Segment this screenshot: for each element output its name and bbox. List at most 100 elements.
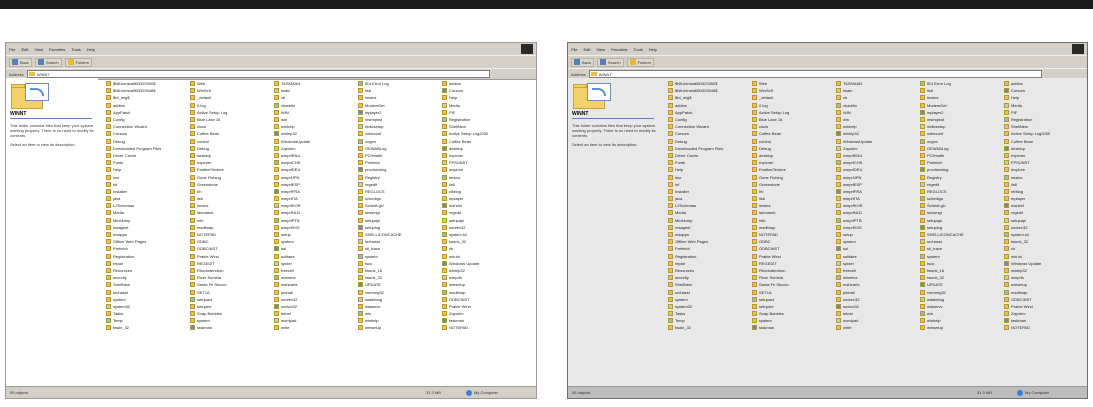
file-item[interactable]: SET1A: [190, 288, 270, 295]
file-item[interactable]: WinSxS: [190, 87, 270, 94]
file-item[interactable]: Minidump: [668, 217, 748, 224]
file-item[interactable]: Media: [668, 209, 748, 216]
file-item[interactable]: clock: [190, 123, 270, 130]
file-item[interactable]: spider: [836, 260, 916, 267]
file-item[interactable]: Temp: [668, 317, 748, 324]
file-item[interactable]: Rhododendron: [752, 267, 832, 274]
file-item[interactable]: wmprfNLD: [274, 209, 354, 216]
file-item[interactable]: wiaservc: [358, 303, 438, 310]
file-item[interactable]: taskman: [752, 324, 832, 331]
file-item[interactable]: Registry: [358, 173, 438, 180]
file-item[interactable]: mplayer: [442, 195, 522, 202]
file-item[interactable]: setupact: [752, 296, 832, 303]
file-item[interactable]: srchasst: [920, 238, 1000, 245]
file-item[interactable]: PIF: [442, 109, 522, 116]
file-item[interactable]: $NtUninstallKB329048$: [668, 87, 748, 94]
file-item[interactable]: provisioning: [920, 166, 1000, 173]
file-item[interactable]: ODBCINST: [190, 245, 270, 252]
folders-button[interactable]: Folders: [64, 57, 92, 67]
file-item[interactable]: imsins: [752, 202, 832, 209]
file-item[interactable]: msdfmap: [190, 224, 270, 231]
file-item[interactable]: msmqinst: [920, 116, 1000, 123]
file-item[interactable]: twain: [274, 87, 354, 94]
file-item[interactable]: Temp: [106, 317, 186, 324]
file-item[interactable]: Coffee Bean: [1004, 138, 1084, 145]
file-item[interactable]: ShellNew: [1004, 123, 1084, 130]
menu-item[interactable]: Edit: [583, 47, 590, 52]
file-item[interactable]: Registration: [668, 253, 748, 260]
file-item[interactable]: Prefetch: [920, 159, 1000, 166]
file-item[interactable]: wmprfENU: [836, 152, 916, 159]
file-item[interactable]: system: [190, 317, 270, 324]
file-item[interactable]: winhlp32: [836, 130, 916, 137]
file-item[interactable]: setupapi: [1004, 217, 1084, 224]
file-item[interactable]: wmprfFRA: [274, 188, 354, 195]
file-item[interactable]: mplayer2: [920, 109, 1000, 116]
file-item[interactable]: explorer: [190, 159, 270, 166]
file-item[interactable]: inf: [106, 181, 186, 188]
file-item[interactable]: Active Setup Log: [752, 109, 832, 116]
file-item[interactable]: Media: [106, 209, 186, 216]
file-item[interactable]: twunk_16: [358, 267, 438, 274]
file-item[interactable]: Media: [442, 102, 522, 109]
file-item[interactable]: Zapotec: [836, 145, 916, 152]
file-item[interactable]: wmprfCHS: [274, 159, 354, 166]
back-button[interactable]: Back: [571, 57, 594, 67]
file-item[interactable]: Prairie Wind: [190, 253, 270, 260]
file-item[interactable]: winmine: [274, 274, 354, 281]
file-item[interactable]: WIN: [836, 109, 916, 116]
file-item[interactable]: Downloaded Program Files: [668, 145, 748, 152]
file-item[interactable]: iis6: [752, 195, 832, 202]
file-item[interactable]: TASKMAN: [274, 80, 354, 87]
file-item[interactable]: win: [358, 310, 438, 317]
file-item[interactable]: Installer: [106, 188, 186, 195]
file-item[interactable]: Coffee Bean: [442, 138, 522, 145]
file-item[interactable]: wordpad: [274, 317, 354, 324]
file-item[interactable]: system: [106, 296, 186, 303]
file-item[interactable]: hh: [752, 188, 832, 195]
file-item[interactable]: ShellNew: [106, 281, 186, 288]
file-item[interactable]: pinball: [836, 288, 916, 295]
file-item[interactable]: explorer: [752, 159, 832, 166]
file-item[interactable]: msapps: [106, 231, 186, 238]
file-item[interactable]: wmprfNLD: [836, 209, 916, 216]
file-item[interactable]: imsins: [190, 202, 270, 209]
file-item[interactable]: odbcconf: [358, 130, 438, 137]
file-item[interactable]: iis6: [920, 87, 1000, 94]
menu-item[interactable]: File: [571, 47, 577, 52]
file-item[interactable]: winhelp: [836, 123, 916, 130]
file-item[interactable]: winhlp32: [274, 130, 354, 137]
file-item[interactable]: WIN: [274, 109, 354, 116]
file-item[interactable]: Debug: [752, 145, 832, 152]
file-item[interactable]: wordpad: [836, 317, 916, 324]
file-item[interactable]: Installer: [668, 188, 748, 195]
file-item[interactable]: ODBCINST: [442, 296, 522, 303]
file-item[interactable]: sndvol32: [274, 303, 354, 310]
file-item[interactable]: River Sumida: [752, 274, 832, 281]
file-item[interactable]: msagent: [668, 224, 748, 231]
file-item[interactable]: java: [668, 195, 748, 202]
file-item[interactable]: wmprfPTB: [274, 217, 354, 224]
file-item[interactable]: WindowsUpdate: [274, 138, 354, 145]
file-item[interactable]: Debug: [668, 138, 748, 145]
file-item[interactable]: telnet: [274, 310, 354, 317]
file-item[interactable]: explorer: [1004, 152, 1084, 159]
file-item[interactable]: security: [106, 274, 186, 281]
file-item[interactable]: Web: [752, 80, 832, 87]
file-item[interactable]: wiadebug: [358, 296, 438, 303]
file-item[interactable]: system: [920, 253, 1000, 260]
file-item[interactable]: inf: [668, 181, 748, 188]
file-item[interactable]: lanmannt: [752, 209, 832, 216]
file-item[interactable]: addins: [442, 80, 522, 87]
file-item[interactable]: vbaddin: [274, 102, 354, 109]
menu-item[interactable]: Tools: [71, 47, 80, 52]
file-item[interactable]: repair: [106, 260, 186, 267]
file-item[interactable]: Config: [106, 116, 186, 123]
file-item[interactable]: setupapi: [920, 217, 1000, 224]
menu-item[interactable]: Help: [87, 47, 95, 52]
file-item[interactable]: setupact: [190, 296, 270, 303]
file-item[interactable]: msagent: [106, 224, 186, 231]
file-item[interactable]: wmprfDEU: [274, 166, 354, 173]
file-item[interactable]: control: [190, 138, 270, 145]
file-item[interactable]: SchedLgU: [358, 202, 438, 209]
